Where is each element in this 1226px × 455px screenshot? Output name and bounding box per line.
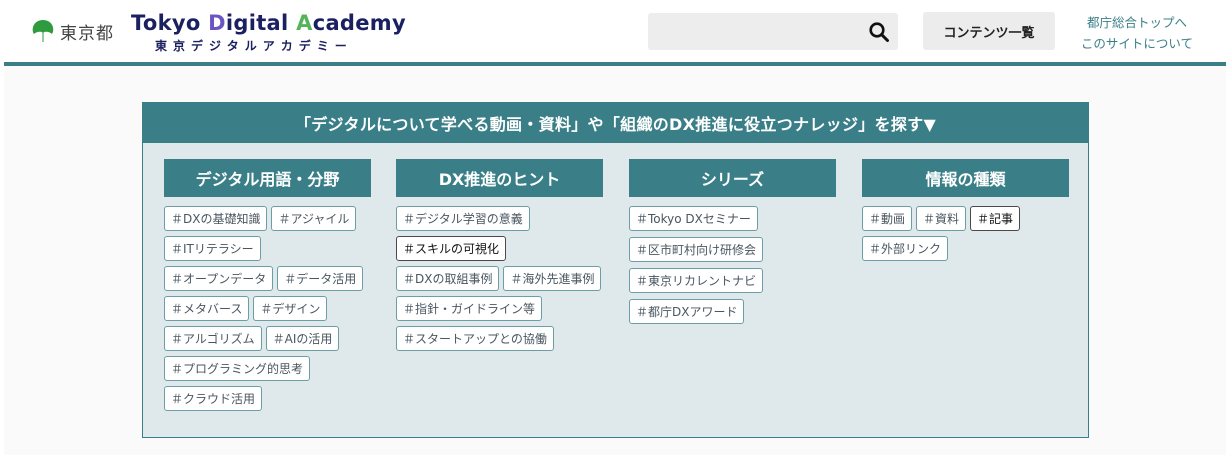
search-panel: 「デジタルについて学べる動画・資料」や「組織のDX推進に役立つナレッジ」を探す▼… <box>142 102 1089 438</box>
tag-document[interactable]: ＃資料 <box>916 206 967 231</box>
tag-dx-basics[interactable]: ＃DXの基礎知識 <box>164 206 268 231</box>
column-heading[interactable]: DX推進のヒント <box>396 159 603 197</box>
tag-metaverse[interactable]: ＃メタバース <box>164 296 250 321</box>
tag-agile[interactable]: ＃アジャイル <box>271 206 357 231</box>
search-box <box>648 13 898 52</box>
header-links: 都庁総合トップへ このサイトについて <box>1074 12 1200 54</box>
tag-it-literacy[interactable]: ＃ITリテラシー <box>164 236 261 261</box>
column-heading[interactable]: 情報の種類 <box>862 159 1069 197</box>
brand-title: Tokyo Digital Academy <box>131 11 406 35</box>
tag-skill-visualization[interactable]: ＃スキルの可視化 <box>396 236 507 261</box>
column-dx-hints: DX推進のヒント ＃デジタル学習の意義 ＃スキルの可視化 ＃DXの取組事例 ＃海… <box>396 159 603 351</box>
tag-design[interactable]: ＃デザイン <box>253 296 328 321</box>
tag-video[interactable]: ＃動画 <box>862 206 913 231</box>
tag-municipal-training[interactable]: ＃区市町村向け研修会 <box>629 237 764 262</box>
tag-learning-significance[interactable]: ＃デジタル学習の意義 <box>396 206 530 231</box>
panel-title: 「デジタルについて学べる動画・資料」や「組織のDX推進に役立つナレッジ」を探す▼ <box>143 103 1088 143</box>
tag-list: ＃動画 ＃資料 ＃記事 ＃外部リンク <box>862 206 1022 261</box>
tag-list: ＃Tokyo DXセミナー ＃区市町村向け研修会 ＃東京リカレントナビ ＃都庁D… <box>629 206 836 324</box>
tokyo-metropolitan-logo[interactable]: 東京都 <box>30 18 114 44</box>
tag-dx-case-studies[interactable]: ＃DXの取組事例 <box>396 266 500 291</box>
column-heading[interactable]: シリーズ <box>629 159 836 197</box>
tag-cloud-utilization[interactable]: ＃クラウド活用 <box>164 386 263 411</box>
tag-overseas-cases[interactable]: ＃海外先進事例 <box>503 266 602 291</box>
tag-ai-utilization[interactable]: ＃AIの活用 <box>265 326 340 351</box>
about-site-link[interactable]: このサイトについて <box>1074 33 1200 54</box>
tokyo-top-link[interactable]: 都庁総合トップへ <box>1074 12 1200 33</box>
contents-list-button[interactable]: コンテンツ一覧 <box>923 12 1055 50</box>
tag-programming-thinking[interactable]: ＃プログラミング的思考 <box>164 356 311 381</box>
search-input[interactable] <box>658 13 862 52</box>
tag-open-data[interactable]: ＃オープンデータ <box>164 266 274 291</box>
site-logo[interactable]: Tokyo Digital Academy 東京デジタルアカデミー <box>131 11 406 54</box>
column-digital-terms: デジタル用語・分野 ＃DXの基礎知識 ＃アジャイル ＃ITリテラシー ＃オープン… <box>164 159 371 411</box>
tag-list: ＃デジタル学習の意義 ＃スキルの可視化 ＃DXの取組事例 ＃海外先進事例 ＃指針… <box>396 206 603 351</box>
tag-tocho-dx-award[interactable]: ＃都庁DXアワード <box>629 299 745 324</box>
tag-article[interactable]: ＃記事 <box>970 206 1021 231</box>
tag-tokyo-dx-seminar[interactable]: ＃Tokyo DXセミナー <box>629 206 758 231</box>
magnifier-icon[interactable] <box>868 21 890 43</box>
tag-external-link[interactable]: ＃外部リンク <box>862 236 949 261</box>
column-heading[interactable]: デジタル用語・分野 <box>164 159 371 197</box>
column-series: シリーズ ＃Tokyo DXセミナー ＃区市町村向け研修会 ＃東京リカレントナビ… <box>629 159 836 324</box>
column-info-type: 情報の種類 ＃動画 ＃資料 ＃記事 ＃外部リンク <box>862 159 1069 261</box>
tag-algorithm[interactable]: ＃アルゴリズム <box>164 326 262 351</box>
site-header: 東京都 Tokyo Digital Academy 東京デジタルアカデミー コン… <box>0 0 1226 62</box>
tag-guidelines[interactable]: ＃指針・ガイドライン等 <box>396 296 543 321</box>
gov-logo-text: 東京都 <box>60 23 114 44</box>
brand-subtitle: 東京デジタルアカデミー <box>155 39 353 53</box>
tag-list: ＃DXの基礎知識 ＃アジャイル ＃ITリテラシー ＃オープンデータ ＃データ活用… <box>164 206 364 411</box>
tokyo-leaf-icon <box>32 20 54 42</box>
tag-tokyo-recurrent-navi[interactable]: ＃東京リカレントナビ <box>629 268 764 293</box>
tag-startup-collaboration[interactable]: ＃スタートアップとの協働 <box>396 326 554 351</box>
tag-data-utilization[interactable]: ＃データ活用 <box>277 266 364 291</box>
